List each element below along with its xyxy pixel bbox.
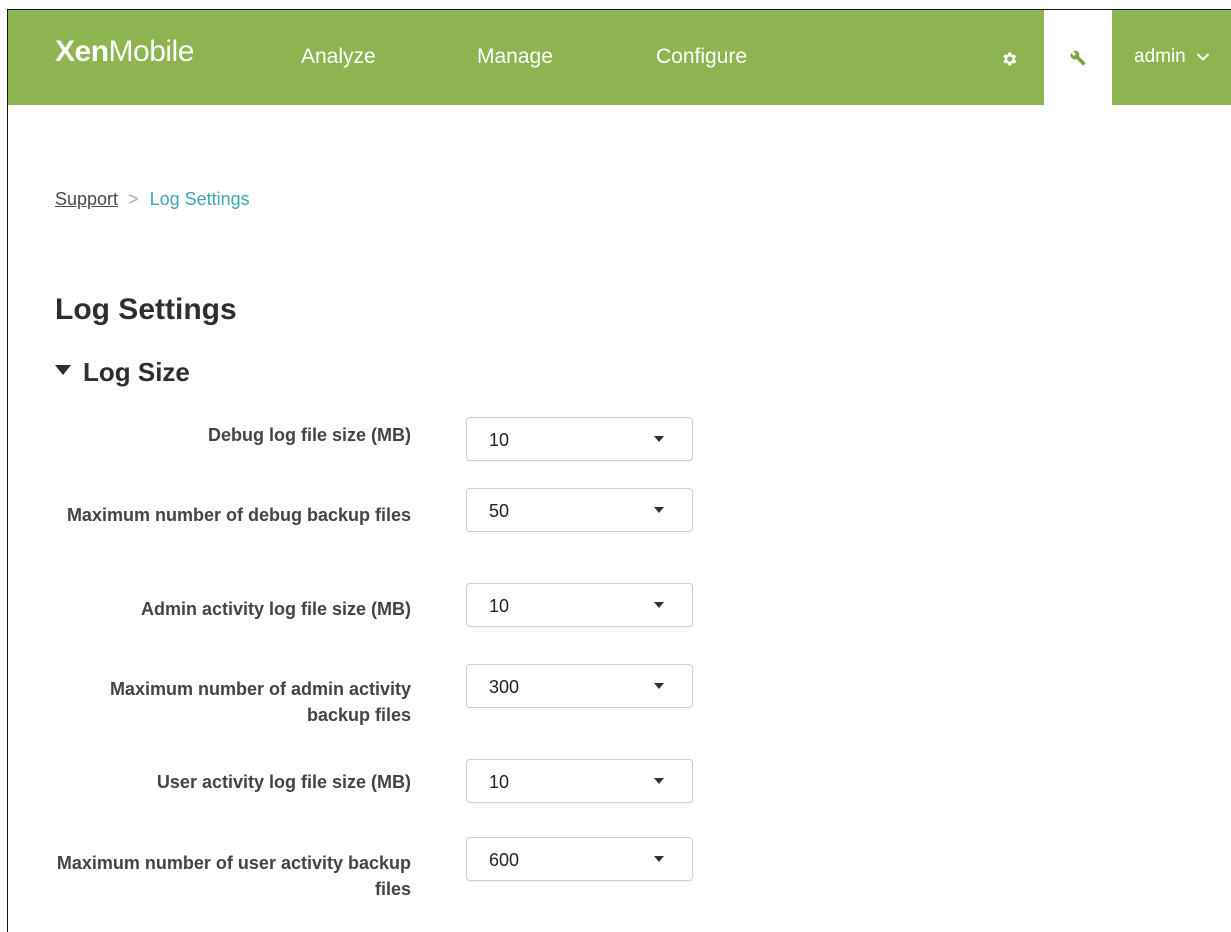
breadcrumb-support-link[interactable]: Support xyxy=(55,187,118,211)
app-frame: XenMobile Analyze Manage Configure admin xyxy=(7,9,1231,932)
user-menu[interactable]: admin xyxy=(1134,44,1210,70)
logo-text-light: Mobile xyxy=(108,35,195,68)
admin-backup-files-label: Maximum number of admin activity backup … xyxy=(109,679,411,725)
wrench-icon xyxy=(1070,49,1086,65)
caret-down-icon xyxy=(654,778,664,784)
caret-down-icon xyxy=(654,856,664,862)
admin-backup-files-select[interactable]: 300 xyxy=(466,664,693,708)
support-tab[interactable] xyxy=(1044,10,1112,105)
settings-button[interactable] xyxy=(992,42,1026,76)
debug-log-size-label: Debug log file size (MB) xyxy=(207,425,411,445)
nav-manage[interactable]: Manage xyxy=(477,44,553,70)
logo-text-bold: Xen xyxy=(55,35,109,68)
select-value: 10 xyxy=(489,596,510,616)
user-activity-log-size-select[interactable]: 10 xyxy=(466,759,693,803)
select-value: 300 xyxy=(489,677,520,697)
debug-log-size-select[interactable]: 10 xyxy=(466,417,693,461)
xenmobile-logo[interactable]: XenMobile xyxy=(55,34,194,70)
debug-backup-files-label: Maximum number of debug backup files xyxy=(66,505,411,525)
select-value: 10 xyxy=(489,772,510,792)
breadcrumb-current: Log Settings xyxy=(149,189,250,209)
admin-activity-log-size-label: Admin activity log file size (MB) xyxy=(140,599,411,619)
caret-down-icon xyxy=(654,602,664,608)
breadcrumb: Support > Log Settings xyxy=(55,187,250,211)
nav-analyze[interactable]: Analyze xyxy=(301,44,376,70)
admin-activity-log-size-select[interactable]: 10 xyxy=(466,583,693,627)
page-title: Log Settings xyxy=(55,293,237,326)
select-value: 50 xyxy=(489,501,510,521)
caret-down-icon xyxy=(654,683,664,689)
user-backup-files-label: Maximum number of user activity backup f… xyxy=(56,853,411,899)
select-value: 600 xyxy=(489,850,520,870)
debug-backup-files-select[interactable]: 50 xyxy=(466,488,693,532)
nav-configure[interactable]: Configure xyxy=(656,44,747,70)
user-activity-log-size-label: User activity log file size (MB) xyxy=(156,772,411,792)
breadcrumb-separator: > xyxy=(128,189,139,209)
caret-down-icon xyxy=(654,507,664,513)
select-value: 10 xyxy=(489,430,510,450)
log-size-section-toggle[interactable]: Log Size xyxy=(55,356,190,388)
gear-icon xyxy=(1003,52,1017,66)
top-nav-bar: XenMobile Analyze Manage Configure admin xyxy=(8,10,1231,105)
user-menu-label: admin xyxy=(1134,46,1186,67)
chevron-down-icon xyxy=(1196,44,1210,70)
user-backup-files-select[interactable]: 600 xyxy=(466,837,693,881)
section-title: Log Size xyxy=(83,357,190,387)
triangle-down-icon xyxy=(55,363,71,381)
caret-down-icon xyxy=(654,436,664,442)
